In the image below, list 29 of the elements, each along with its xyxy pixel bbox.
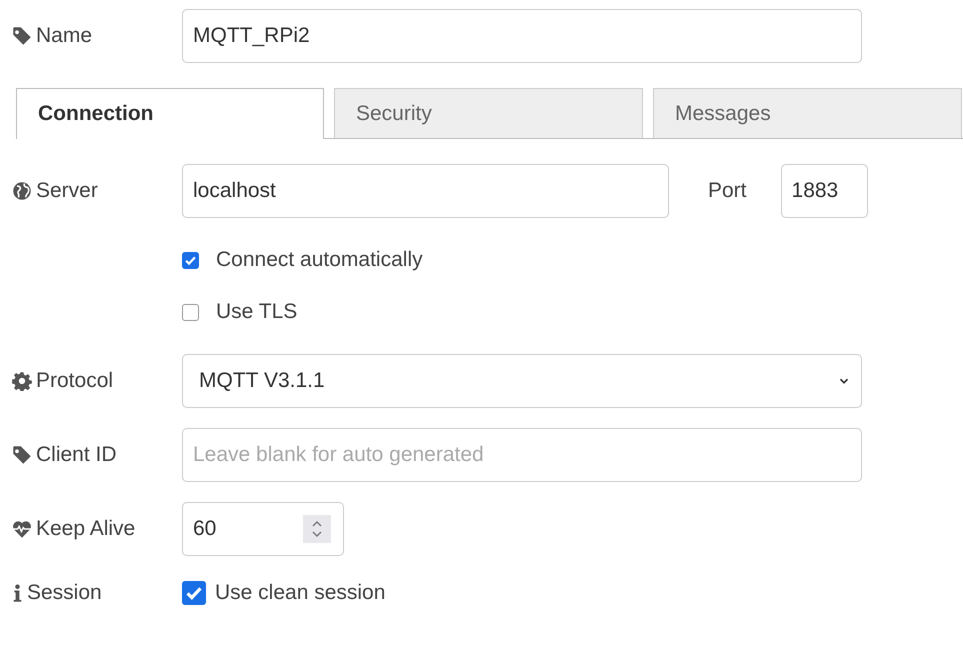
field-label: Server bbox=[36, 179, 98, 203]
spinner-icon[interactable] bbox=[303, 515, 331, 543]
checkbox-label: Use clean session bbox=[215, 581, 386, 605]
name-field[interactable]: MQTT_RPi2 bbox=[182, 9, 862, 63]
checkbox[interactable] bbox=[182, 252, 199, 268]
server-field[interactable]: localhost bbox=[182, 164, 669, 218]
tag-icon bbox=[12, 445, 32, 465]
tag-icon bbox=[12, 26, 32, 46]
field-label: Keep Alive bbox=[36, 517, 136, 541]
info-icon bbox=[12, 583, 23, 603]
checkbox[interactable] bbox=[182, 304, 199, 320]
field-label: Client ID bbox=[36, 443, 117, 467]
checkbox-label: Connect automatically bbox=[216, 248, 423, 272]
keep-alive-field[interactable]: 60 bbox=[182, 502, 344, 556]
heart-pulse-icon bbox=[12, 519, 32, 539]
checkbox[interactable] bbox=[182, 581, 206, 605]
checkbox-label: Use TLS bbox=[216, 300, 298, 324]
tab[interactable]: Connection bbox=[16, 88, 324, 139]
tab[interactable]: Messages bbox=[653, 88, 962, 138]
port-field[interactable]: 1883 bbox=[780, 164, 868, 218]
tab[interactable]: Security bbox=[334, 88, 643, 138]
field-label: Session bbox=[27, 581, 102, 605]
gear-icon bbox=[12, 371, 32, 391]
field-label: Protocol bbox=[36, 369, 114, 393]
port-label: Port bbox=[708, 179, 747, 203]
client-id-field[interactable]: Leave blank for auto generated bbox=[182, 428, 862, 482]
globe-icon bbox=[12, 181, 32, 201]
protocol-select[interactable]: MQTT V3.1.1 bbox=[182, 354, 862, 408]
field-label: Name bbox=[36, 24, 92, 48]
